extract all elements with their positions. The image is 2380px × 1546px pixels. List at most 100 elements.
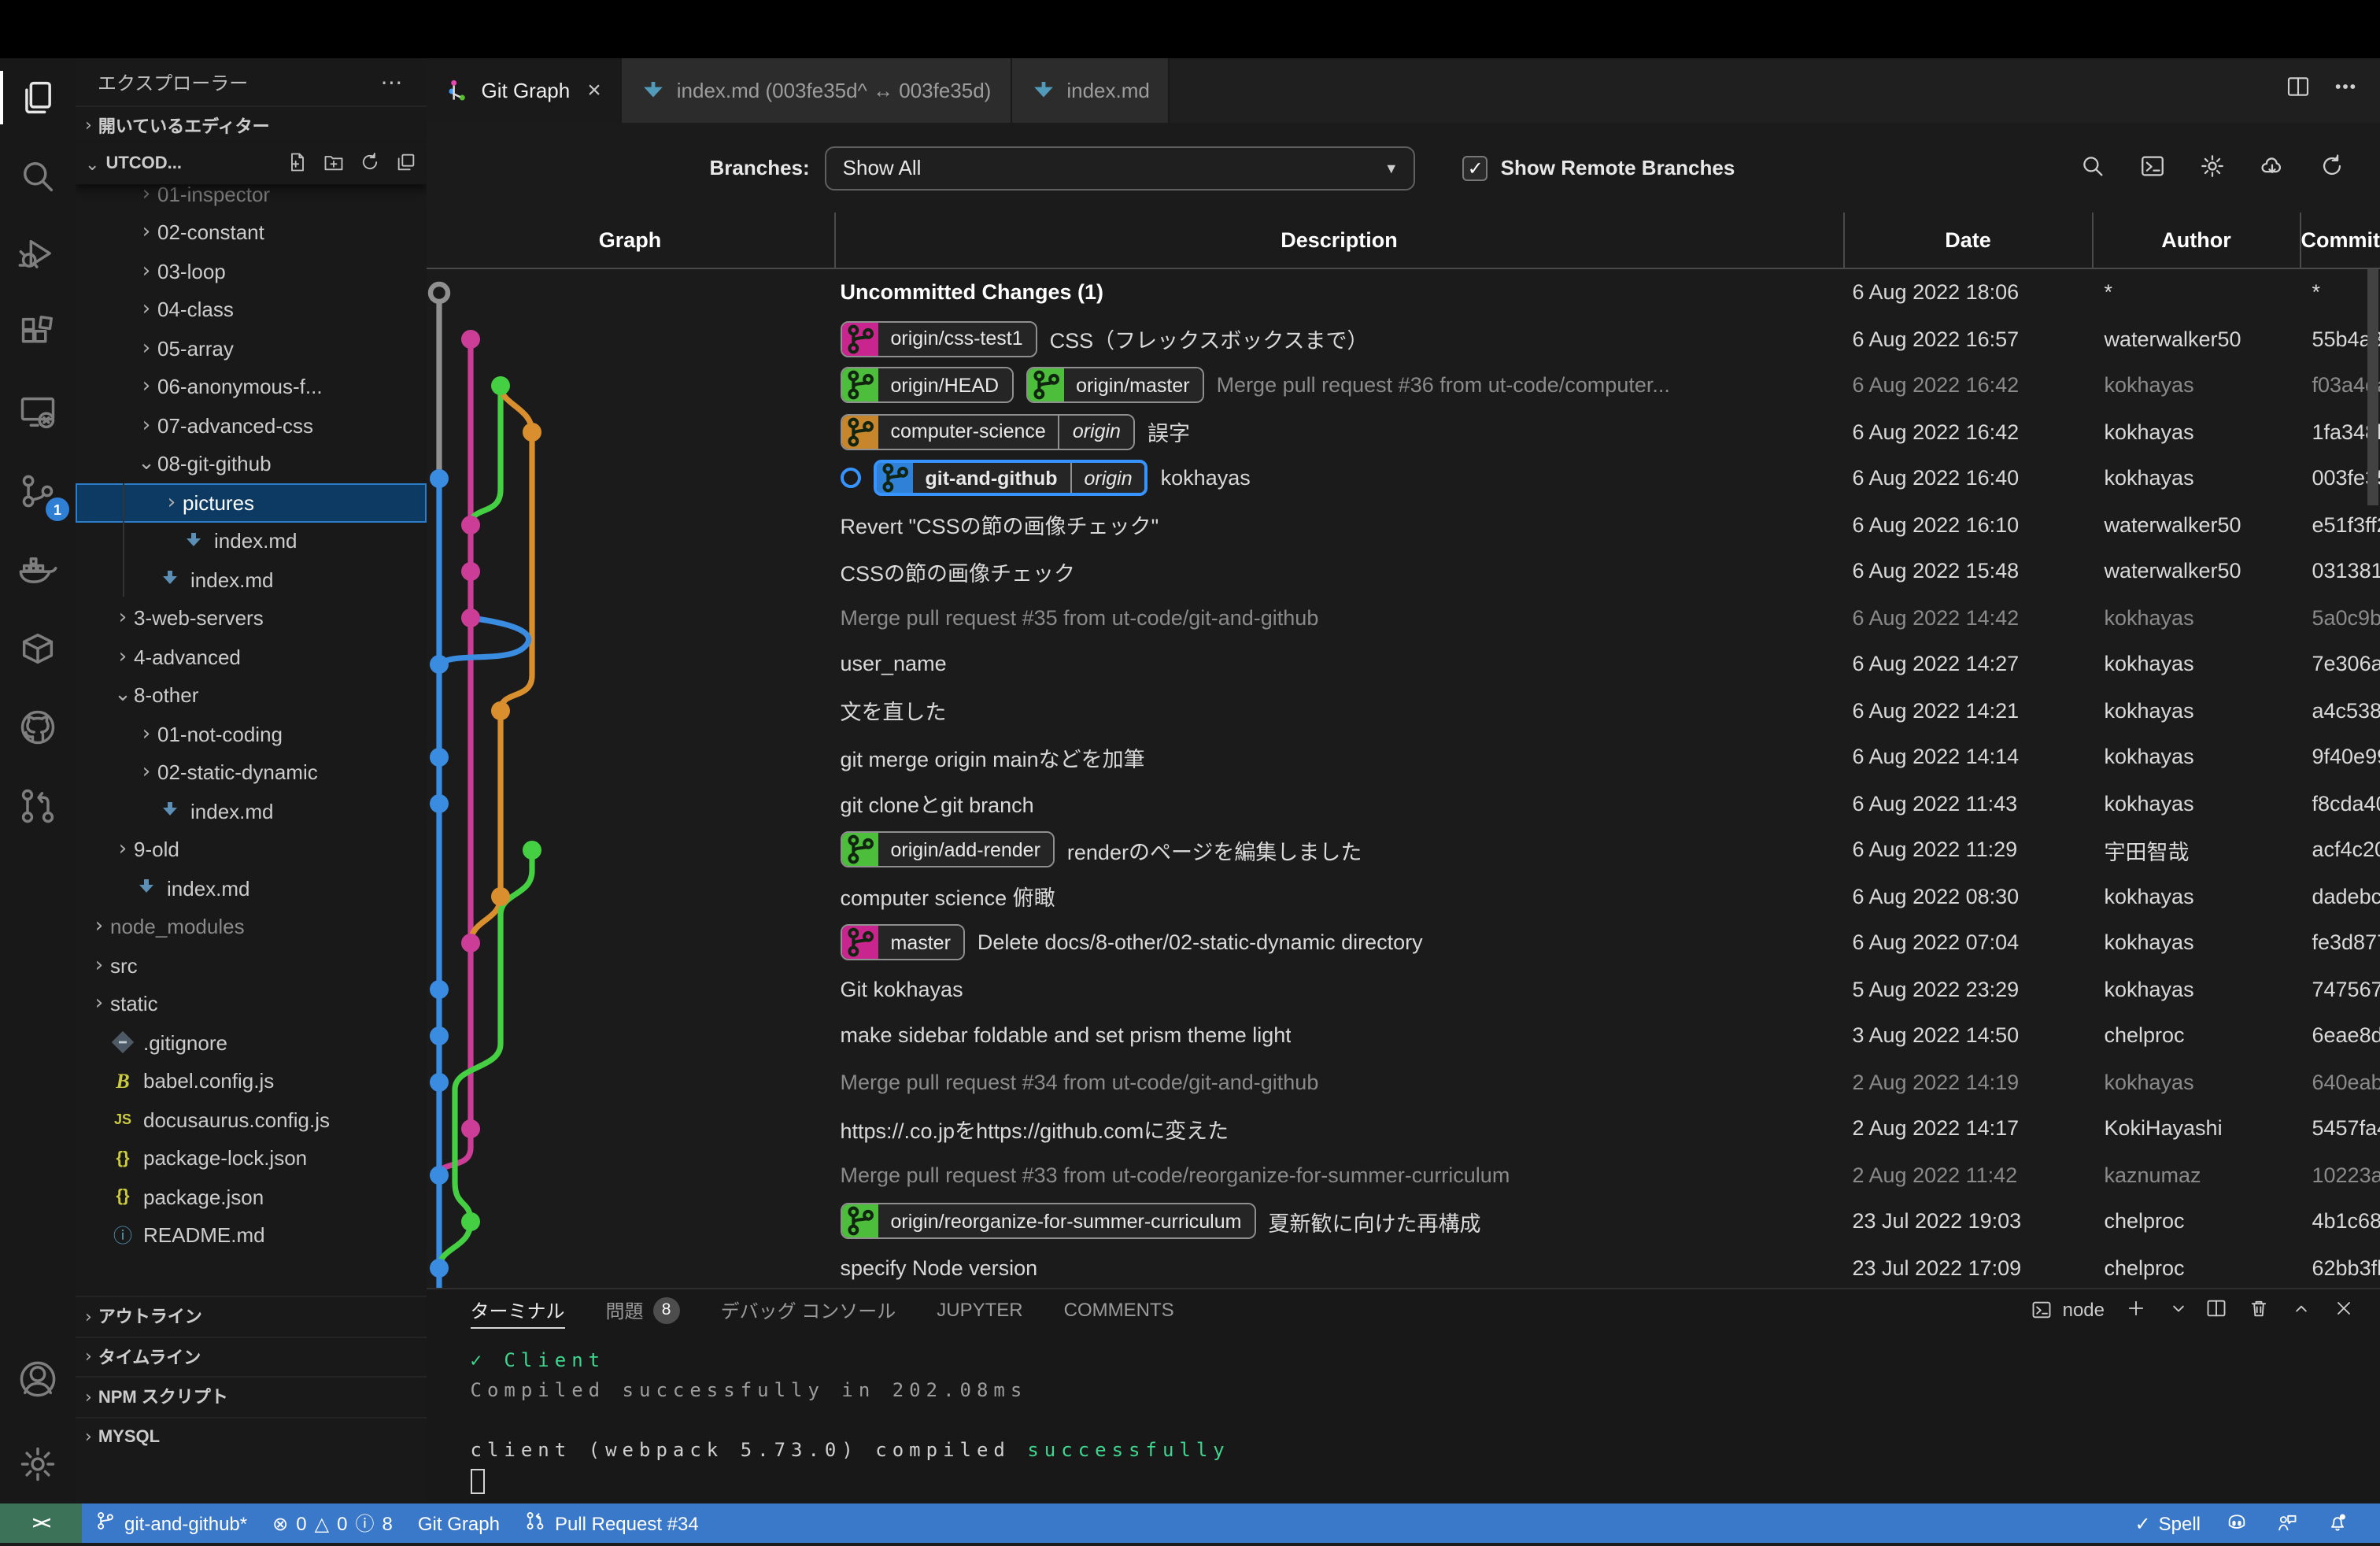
tree-item-node-modules[interactable]: ›node_modules	[76, 908, 427, 946]
sidebar-section-アウトライン[interactable]: ›アウトライン	[76, 1296, 427, 1336]
search-icon[interactable]	[2079, 152, 2106, 183]
terminal-icon[interactable]	[2139, 152, 2166, 183]
close-panel-icon[interactable]	[2333, 1296, 2355, 1323]
tree-item-8-other[interactable]: ⌄8-other	[76, 676, 427, 715]
close-icon[interactable]: ×	[587, 77, 601, 104]
scrollbar-thumb[interactable]	[2367, 269, 2378, 505]
panel-tab-デバッグ コンソール[interactable]: デバッグ コンソール	[721, 1289, 896, 1330]
cloud-download-icon[interactable]	[2259, 152, 2286, 183]
status-branch[interactable]: git-and-github*	[82, 1503, 260, 1543]
tree-item-readme-md[interactable]: ⓘREADME.md	[76, 1216, 427, 1255]
commit-row[interactable]: Uncommitted Changes (1)6 Aug 2022 18:06*…	[427, 269, 2380, 316]
shell-selector[interactable]: node	[2031, 1298, 2105, 1322]
sidebar-section-NPM スクリプト[interactable]: ›NPM スクリプト	[76, 1376, 427, 1416]
branch-badge[interactable]: master	[841, 925, 965, 961]
status-spell[interactable]: ✓ Spell	[2123, 1512, 2214, 1534]
maximize-panel-icon[interactable]	[2290, 1296, 2312, 1323]
feedback-icon[interactable]	[2264, 1511, 2314, 1536]
split-editor-icon[interactable]	[2286, 74, 2311, 107]
tree-item-index-md[interactable]: index.md	[76, 792, 427, 830]
branch-badge[interactable]: git-and-githuborigin	[874, 460, 1148, 497]
branches-dropdown[interactable]: Show All ▼	[826, 146, 1416, 190]
tree-item--gitignore[interactable]: .gitignore	[76, 1023, 427, 1062]
tree-item-9-old[interactable]: ›9-old	[76, 830, 427, 869]
tree-item-docusaurus-config-js[interactable]: JSdocusaurus.config.js	[76, 1100, 427, 1139]
kill-terminal-icon[interactable]	[2248, 1296, 2270, 1323]
commit-row[interactable]: origin/css-test1CSS（フレックスボックスまで）6 Aug 20…	[427, 316, 2380, 362]
tree-item-index-md[interactable]: index.md	[76, 560, 427, 599]
branch-badge[interactable]: computer-scienceorigin	[841, 414, 1135, 450]
tree-item-package-lock-json[interactable]: {}package-lock.json	[76, 1139, 427, 1178]
panel-tab-JUPYTER[interactable]: JUPYTER	[937, 1289, 1022, 1330]
tree-item-package-json[interactable]: {}package.json	[76, 1178, 427, 1216]
github-icon[interactable]	[0, 688, 76, 767]
commit-row[interactable]: 文を直した6 Aug 2022 14:21kokhayasa4c538fb	[427, 687, 2380, 734]
bell-icon[interactable]	[2314, 1511, 2364, 1536]
remote-indicator[interactable]: ><	[0, 1503, 82, 1543]
workspace-header[interactable]: ⌄ UTCOD...	[76, 143, 427, 184]
search-icon[interactable]	[0, 137, 76, 216]
tree-item-index-md[interactable]: index.md	[76, 522, 427, 560]
status-pull-request[interactable]: Pull Request #34	[512, 1503, 711, 1543]
explorer-icon[interactable]	[0, 58, 76, 137]
terminal-dropdown-icon[interactable]	[2168, 1296, 2185, 1323]
tab-git[interactable]: Git Graph×	[427, 58, 622, 123]
commit-row[interactable]: Git kokhayas5 Aug 2022 23:29kokhayas7475…	[427, 966, 2380, 1012]
tree-item-pictures[interactable]: ›pictures	[76, 483, 427, 522]
tree-item-08-git-github[interactable]: ⌄08-git-github	[76, 445, 427, 483]
tree-item-babel-config-js[interactable]: Bbabel.config.js	[76, 1062, 427, 1100]
new-file-icon[interactable]	[286, 150, 309, 177]
tree-item-static[interactable]: ›static	[76, 985, 427, 1023]
source-control-icon[interactable]: 1	[0, 452, 76, 531]
commit-row[interactable]: Merge pull request #35 from ut-code/git-…	[427, 594, 2380, 641]
run-debug-icon[interactable]	[0, 216, 76, 294]
panel-tab-問題[interactable]: 問題8	[606, 1289, 680, 1330]
commit-row[interactable]: Revert "CSSの節の画像チェック"6 Aug 2022 16:10wat…	[427, 501, 2380, 548]
commit-row[interactable]: make sidebar foldable and set prism them…	[427, 1012, 2380, 1059]
terminal-output[interactable]: ✓ Client Compiled successfully in 202.08…	[427, 1330, 2380, 1503]
tree-item-04-class[interactable]: ›04-class	[76, 290, 427, 329]
commit-row[interactable]: computer-scienceorigin誤字6 Aug 2022 16:42…	[427, 409, 2380, 455]
panel-tab-ターミナル[interactable]: ターミナル	[471, 1289, 565, 1330]
tree-item-02-static-dynamic[interactable]: ›02-static-dynamic	[76, 753, 427, 792]
commit-row[interactable]: Merge pull request #34 from ut-code/git-…	[427, 1059, 2380, 1105]
pull-requests-icon[interactable]	[0, 767, 76, 845]
commit-row[interactable]: masterDelete docs/8-other/02-static-dyna…	[427, 919, 2380, 966]
extensions-icon[interactable]	[0, 294, 76, 373]
tree-item-06-anonymous-f-[interactable]: ›06-anonymous-f...	[76, 368, 427, 406]
tree-item-07-advanced-css[interactable]: ›07-advanced-css	[76, 406, 427, 445]
branch-badge[interactable]: origin/master	[1026, 368, 1204, 404]
settings-icon[interactable]	[0, 1425, 76, 1503]
tree-item-01-not-coding[interactable]: ›01-not-coding	[76, 715, 427, 753]
open-editors-section[interactable]: › 開いているエディター	[76, 105, 427, 143]
branch-badge[interactable]: origin/css-test1	[841, 321, 1037, 357]
branch-badge[interactable]: origin/add-render	[841, 832, 1055, 868]
docker-icon[interactable]	[0, 531, 76, 609]
sidebar-section-MYSQL[interactable]: ›MYSQL	[76, 1416, 427, 1456]
tree-item-03-loop[interactable]: ›03-loop	[76, 252, 427, 290]
tree-item-3-web-servers[interactable]: ›3-web-servers	[76, 599, 427, 638]
commit-row[interactable]: Merge pull request #33 from ut-code/reor…	[427, 1152, 2380, 1198]
remote-explorer-icon[interactable]	[0, 373, 76, 452]
commit-row[interactable]: origin/add-renderrenderのページを編集しました6 Aug …	[427, 827, 2380, 873]
split-terminal-icon[interactable]	[2205, 1296, 2227, 1323]
status-gitgraph[interactable]: Git Graph	[405, 1503, 512, 1543]
refresh-explorer-icon[interactable]	[359, 150, 381, 177]
gear-icon[interactable]	[2199, 152, 2226, 183]
commit-row[interactable]: git-and-githuboriginkokhayas6 Aug 2022 1…	[427, 455, 2380, 501]
collapse-folders-icon[interactable]	[395, 150, 417, 177]
commit-row[interactable]: origin/HEADorigin/masterMerge pull reque…	[427, 362, 2380, 409]
commit-row[interactable]: CSSの節の画像チェック6 Aug 2022 15:48waterwalker5…	[427, 548, 2380, 594]
more-actions-icon[interactable]	[2333, 74, 2358, 107]
commit-row[interactable]: https://.co.jpをhttps://github.comに変えた2 A…	[427, 1105, 2380, 1152]
tab-index.md[interactable]: index.md	[1011, 58, 1170, 123]
container-icon[interactable]	[0, 609, 76, 688]
show-remote-checkbox[interactable]: ✓	[1463, 155, 1488, 180]
status-problems[interactable]: ⊗ 0 △ 0 ⓘ 8	[260, 1503, 405, 1543]
tree-item-index-md[interactable]: index.md	[76, 869, 427, 908]
tree-item-4-advanced[interactable]: ›4-advanced	[76, 638, 427, 676]
panel-tab-COMMENTS[interactable]: COMMENTS	[1064, 1289, 1174, 1330]
refresh-icon[interactable]	[2319, 152, 2345, 183]
more-actions-icon[interactable]: ⋯	[381, 68, 405, 95]
accounts-icon[interactable]	[0, 1340, 76, 1418]
